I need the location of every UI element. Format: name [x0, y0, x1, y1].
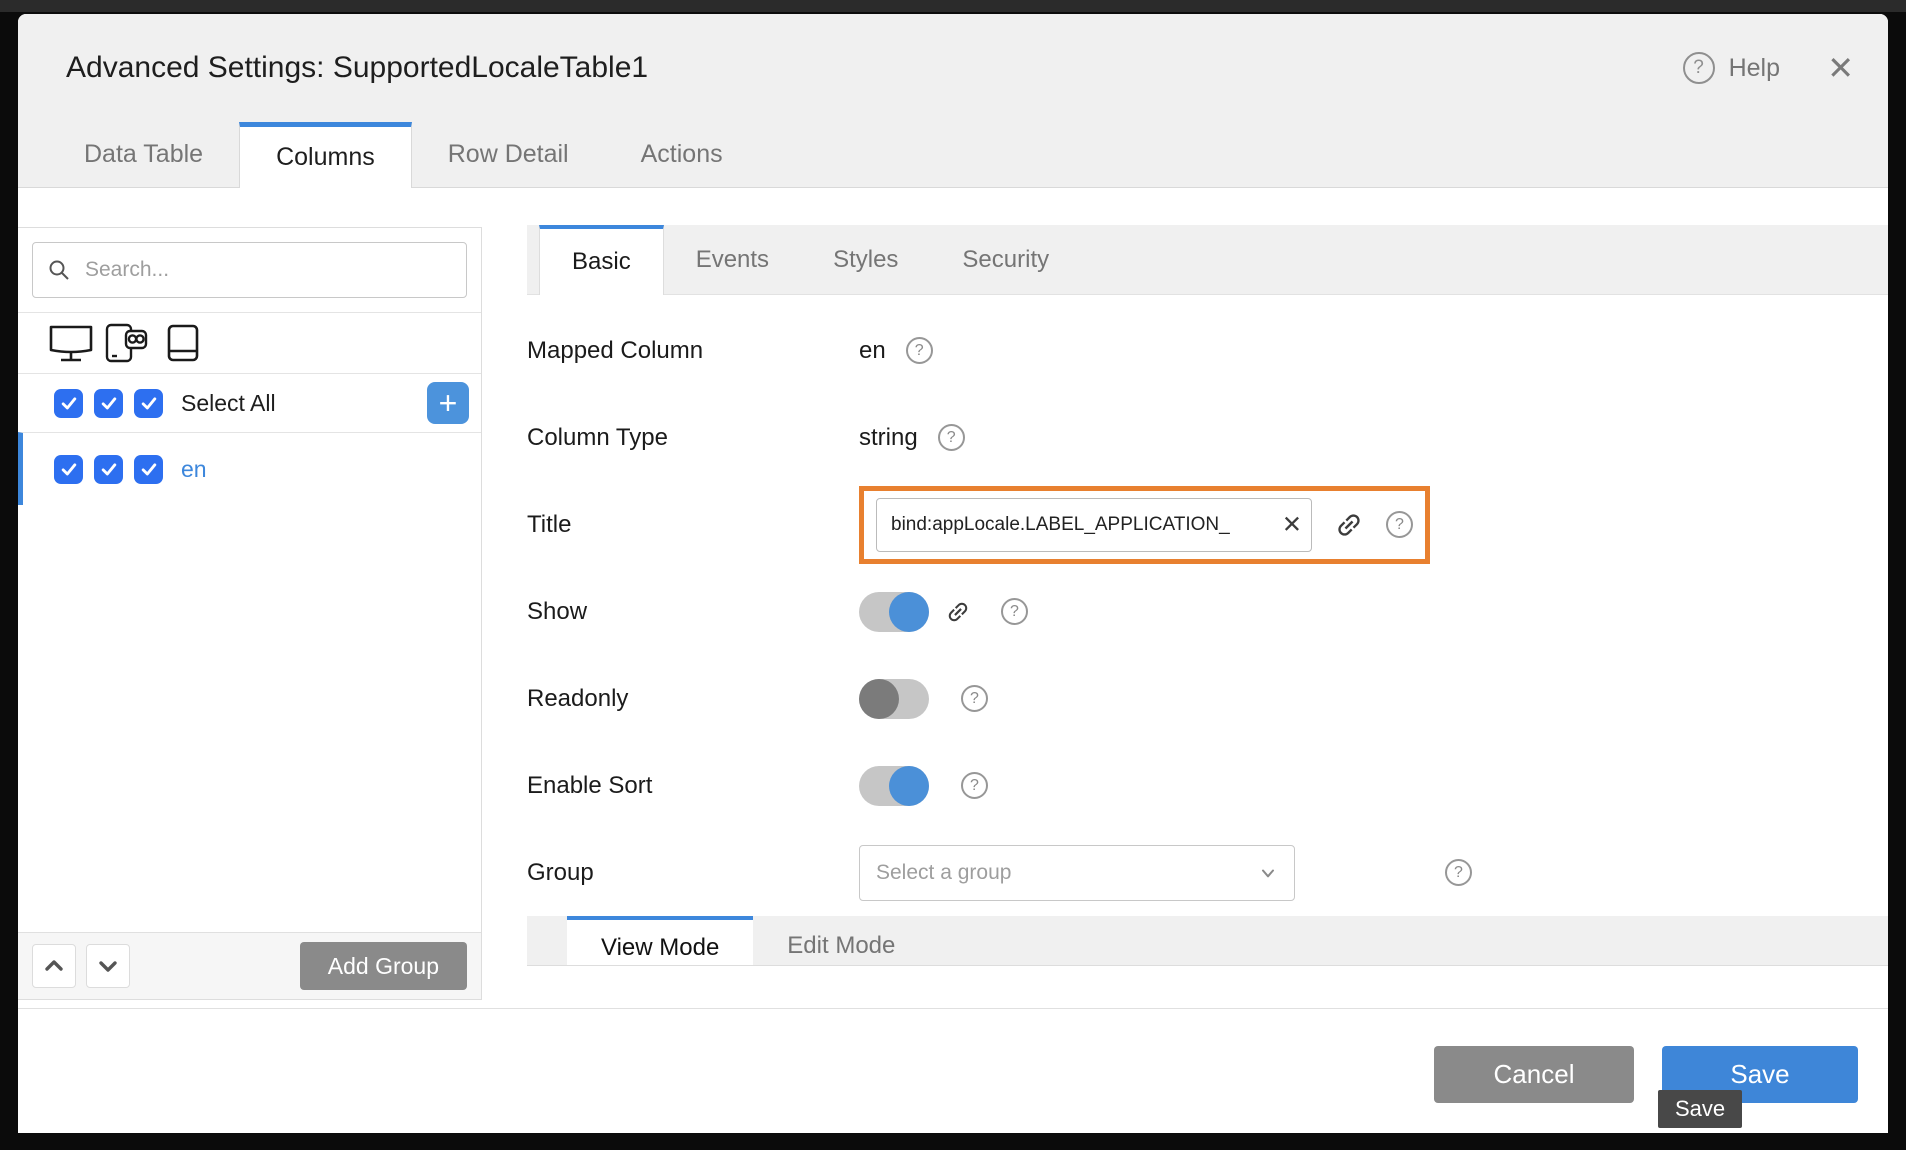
readonly-label: Readonly: [527, 685, 859, 713]
title-input-wrap: ✕: [876, 498, 1312, 552]
mapped-column-help-icon[interactable]: ?: [906, 337, 933, 364]
show-toggle[interactable]: [859, 592, 929, 632]
tab-data-table[interactable]: Data Table: [48, 122, 239, 187]
tab-security[interactable]: Security: [930, 225, 1081, 294]
column-row-en[interactable]: en: [18, 432, 481, 505]
device-columns-header: [18, 312, 481, 373]
title-highlight-box: ✕ ?: [859, 486, 1430, 564]
mapped-column-value: en: [859, 337, 886, 365]
clear-title-icon[interactable]: ✕: [1282, 510, 1302, 539]
save-tooltip: Save: [1658, 1090, 1742, 1128]
title-input[interactable]: [876, 498, 1312, 552]
enable-sort-row: Enable Sort ?: [527, 742, 1888, 829]
column-detail-panel: Basic Events Styles Security Mapped Colu…: [527, 188, 1888, 966]
advanced-settings-dialog: Advanced Settings: SupportedLocaleTable1…: [18, 14, 1888, 1133]
tab-view-mode[interactable]: View Mode: [567, 916, 753, 966]
search-box[interactable]: [32, 242, 467, 298]
cancel-button[interactable]: Cancel: [1434, 1046, 1634, 1103]
en-tablet-checkbox[interactable]: [94, 455, 123, 484]
select-chevron-down-icon: [1258, 863, 1278, 883]
show-label: Show: [527, 598, 859, 626]
column-type-help-icon[interactable]: ?: [938, 424, 965, 451]
tablet-icon: [104, 322, 156, 364]
readonly-help-icon[interactable]: ?: [961, 685, 988, 712]
detail-tab-bar: Basic Events Styles Security: [527, 225, 1888, 295]
column-type-row: Column Type string ?: [527, 394, 1888, 481]
show-row: Show ?: [527, 568, 1888, 655]
tab-columns[interactable]: Columns: [239, 122, 412, 188]
basic-settings-form: Mapped Column en ? Column Type string ? …: [527, 295, 1888, 966]
title-help-icon[interactable]: ?: [1386, 511, 1413, 538]
add-group-button[interactable]: Add Group: [300, 942, 467, 990]
mapped-column-label: Mapped Column: [527, 337, 859, 365]
en-desktop-checkbox[interactable]: [54, 455, 83, 484]
select-all-tablet-checkbox[interactable]: [94, 389, 123, 418]
column-row-label[interactable]: en: [181, 456, 207, 483]
help-label[interactable]: Help: [1729, 54, 1780, 83]
enable-sort-label: Enable Sort: [527, 772, 859, 800]
title-bind-link-icon[interactable]: [1328, 503, 1370, 545]
title-row: Title ✕ ?: [527, 481, 1888, 568]
enable-sort-toggle[interactable]: [859, 766, 929, 806]
move-up-button[interactable]: [32, 944, 76, 988]
page-background-strip: [0, 0, 1906, 12]
en-phone-checkbox[interactable]: [134, 455, 163, 484]
enable-sort-toggle-knob: [889, 766, 929, 806]
mapped-column-row: Mapped Column en ?: [527, 307, 1888, 394]
dialog-header: Advanced Settings: SupportedLocaleTable1…: [18, 14, 1888, 122]
columns-panel-footer: Add Group: [18, 932, 481, 999]
group-help-icon[interactable]: ?: [1445, 859, 1472, 886]
tab-actions[interactable]: Actions: [605, 122, 759, 187]
group-select-placeholder: Select a group: [876, 861, 1011, 885]
help-question-icon[interactable]: ?: [1683, 52, 1715, 84]
select-all-desktop-checkbox[interactable]: [54, 389, 83, 418]
tab-row-detail[interactable]: Row Detail: [412, 122, 605, 187]
columns-list-panel: Select All + en Add Group: [18, 227, 482, 1000]
show-bind-link-icon[interactable]: [940, 593, 977, 630]
desktop-icon: [48, 323, 94, 363]
readonly-toggle-knob: [859, 679, 899, 719]
tab-styles[interactable]: Styles: [801, 225, 930, 294]
search-input[interactable]: [83, 257, 452, 283]
readonly-row: Readonly ?: [527, 655, 1888, 742]
group-label: Group: [527, 859, 859, 887]
tab-events[interactable]: Events: [664, 225, 801, 294]
group-select[interactable]: Select a group: [859, 845, 1295, 901]
close-icon[interactable]: ✕: [1827, 14, 1854, 122]
chevron-down-icon: [96, 954, 120, 978]
move-down-button[interactable]: [86, 944, 130, 988]
help-button[interactable]: ? Help: [1683, 14, 1780, 122]
enable-sort-help-icon[interactable]: ?: [961, 772, 988, 799]
column-type-value: string: [859, 424, 918, 452]
select-all-label: Select All: [181, 390, 276, 417]
search-icon: [47, 258, 71, 282]
main-tab-bar: Data Table Columns Row Detail Actions: [18, 122, 1888, 188]
mode-tab-bar: View Mode Edit Mode: [527, 916, 1888, 966]
title-label: Title: [527, 511, 859, 539]
readonly-toggle[interactable]: [859, 679, 929, 719]
select-all-row: Select All +: [18, 373, 481, 432]
tab-edit-mode[interactable]: Edit Mode: [753, 916, 929, 966]
column-list-empty-space: [18, 505, 481, 932]
add-column-button[interactable]: +: [427, 382, 469, 424]
tab-basic[interactable]: Basic: [539, 225, 664, 295]
select-all-phone-checkbox[interactable]: [134, 389, 163, 418]
show-toggle-knob: [889, 592, 929, 632]
dialog-footer: Cancel Save: [18, 1008, 1888, 1133]
group-row: Group Select a group ?: [527, 829, 1888, 916]
column-type-label: Column Type: [527, 424, 859, 452]
show-help-icon[interactable]: ?: [1001, 598, 1028, 625]
phone-icon: [166, 322, 202, 364]
dialog-title: Advanced Settings: SupportedLocaleTable1: [66, 14, 648, 122]
chevron-up-icon: [42, 954, 66, 978]
